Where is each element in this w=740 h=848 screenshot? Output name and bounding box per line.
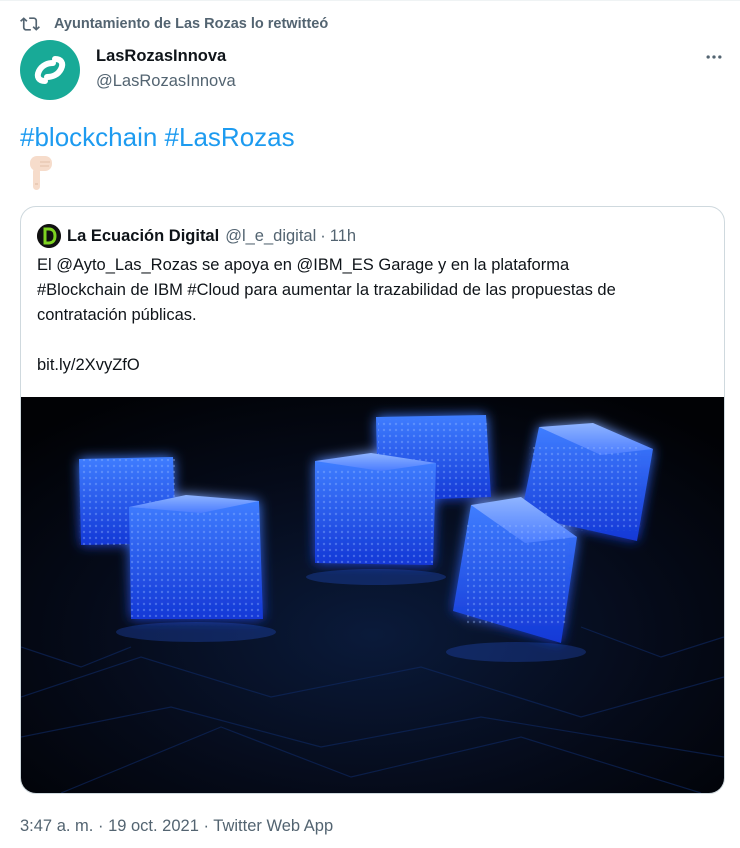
retweet-context[interactable]: Ayuntamiento de Las Rozas lo retwitteó bbox=[20, 14, 328, 34]
quoted-tweet-card[interactable]: La Ecuación Digital @l_e_digital · 11h E… bbox=[20, 206, 725, 794]
quoted-header-separator: · bbox=[320, 226, 326, 245]
tweet-metadata: 3:47 a. m. · 19 oct. 2021 · Twitter Web … bbox=[20, 817, 333, 836]
hashtag-lasrozas[interactable]: #LasRozas bbox=[165, 122, 295, 152]
quoted-body-line: #Blockchain de IBM #Cloud para aumentar … bbox=[37, 281, 616, 299]
quoted-author-name[interactable]: La Ecuación Digital bbox=[67, 227, 219, 246]
retweet-label[interactable]: Ayuntamiento de Las Rozas lo retwitteó bbox=[54, 16, 328, 32]
more-horizontal-icon bbox=[706, 55, 722, 59]
quoted-tweet-header: La Ecuación Digital @l_e_digital · 11h bbox=[37, 224, 356, 248]
tweet-page: Ayuntamiento de Las Rozas lo retwitteó L… bbox=[0, 0, 740, 848]
quoted-author-handle[interactable]: @l_e_digital bbox=[225, 227, 316, 246]
tweet-time[interactable]: 3:47 a. m. bbox=[20, 817, 93, 835]
quoted-tweet-time[interactable]: 11h bbox=[330, 227, 356, 246]
retweet-icon bbox=[20, 17, 40, 31]
avatar[interactable] bbox=[20, 40, 80, 100]
quoted-author-avatar[interactable] bbox=[37, 224, 61, 248]
quoted-tweet-link[interactable]: bit.ly/2XvyZfO bbox=[37, 353, 712, 378]
author-handle[interactable]: @LasRozasInnova bbox=[96, 72, 236, 91]
top-divider bbox=[0, 0, 740, 1]
hashtag-blockchain[interactable]: #blockchain bbox=[20, 122, 157, 152]
glowing-blue-cubes-image[interactable] bbox=[21, 397, 724, 793]
las-rozas-innova-logo-icon bbox=[34, 56, 66, 84]
quoted-body-line: contratación públicas. bbox=[37, 306, 197, 324]
tweet-source[interactable]: Twitter Web App bbox=[213, 817, 333, 835]
author-name[interactable]: LasRozasInnova bbox=[96, 47, 226, 66]
tweet-date[interactable]: 19 oct. 2021 bbox=[108, 817, 199, 835]
meta-separator: · bbox=[97, 817, 104, 835]
quoted-body-line: El @Ayto_Las_Rozas se apoya en @IBM_ES G… bbox=[37, 256, 570, 274]
more-options-button[interactable] bbox=[702, 45, 726, 69]
quoted-tweet-body: El @Ayto_Las_Rozas se apoya en @IBM_ES G… bbox=[37, 253, 712, 378]
pointing-down-emoji-icon bbox=[30, 156, 52, 190]
la-ecuacion-digital-logo-icon bbox=[37, 224, 61, 248]
meta-separator: · bbox=[203, 817, 209, 835]
tweet-text: #blockchain #LasRozas bbox=[20, 120, 295, 154]
